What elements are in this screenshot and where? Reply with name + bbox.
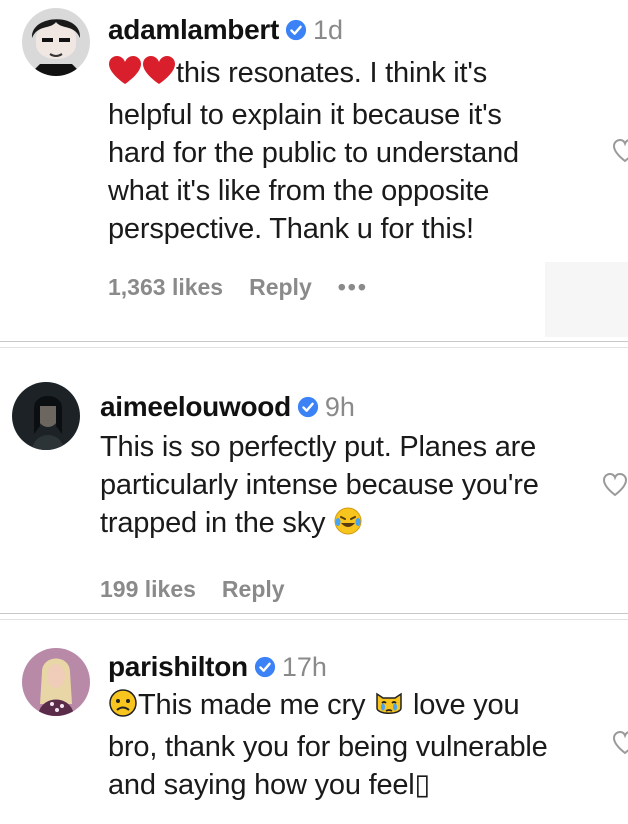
comment-text: this resonates. I think it's helpful to … [108, 54, 584, 248]
username[interactable]: adamlambert [108, 14, 279, 45]
text-line: and saying how you feel▯ [108, 769, 431, 801]
text-line: hard for the public to understand [108, 137, 519, 169]
comment-text: This made me cry love you bro, thank you… [108, 686, 584, 804]
timestamp: 1d [313, 15, 344, 45]
text-line: particularly intense because you're [100, 469, 539, 501]
divider [0, 613, 628, 614]
timestamp: 9h [324, 392, 355, 422]
verified-badge-icon [254, 656, 276, 678]
sad-face-icon [108, 688, 138, 728]
avatar[interactable] [22, 648, 90, 716]
laughing-tears-icon [333, 506, 363, 546]
text-line: helpful to explain it because it's [108, 99, 502, 131]
verified-badge-icon [285, 19, 307, 41]
like-heart-icon[interactable] [612, 138, 628, 164]
comment-meta: 1,363 likes Reply ••• [108, 274, 584, 301]
timestamp: 17h [281, 652, 327, 682]
red-heart-icon [142, 56, 176, 96]
text-line: perspective. Thank u for this! [108, 213, 474, 245]
likes-count[interactable]: 1,363 likes [108, 274, 223, 300]
text-line: This made me cry [138, 689, 366, 721]
faded-overlay [545, 262, 628, 337]
crying-cat-icon [373, 688, 405, 728]
divider [0, 619, 628, 620]
like-heart-icon[interactable] [612, 730, 628, 756]
like-heart-icon[interactable] [602, 472, 628, 498]
red-heart-icon [108, 56, 142, 96]
username[interactable]: aimeelouwood [100, 391, 291, 422]
avatar[interactable] [22, 8, 90, 76]
comment-text: This is so perfectly put. Planes are par… [100, 428, 584, 546]
text-line: trapped in the sky [100, 507, 326, 539]
username[interactable]: parishilton [108, 651, 248, 682]
reply-button[interactable]: Reply [222, 576, 285, 602]
avatar[interactable] [12, 382, 80, 450]
more-options-button[interactable]: ••• [338, 274, 368, 300]
text-line: love you [412, 689, 520, 721]
divider [0, 347, 628, 348]
reply-button[interactable]: Reply [249, 274, 312, 300]
divider [0, 341, 628, 342]
comment-meta: 199 likes Reply [100, 576, 584, 603]
likes-count[interactable]: 199 likes [100, 576, 196, 602]
text-line: This is so perfectly put. Planes are [100, 431, 537, 463]
verified-badge-icon [297, 396, 319, 418]
text-line: this resonates. I think it's [176, 57, 488, 89]
text-line: what it's like from the opposite [108, 175, 490, 207]
text-line: bro, thank you for being vulnerable [108, 731, 548, 763]
